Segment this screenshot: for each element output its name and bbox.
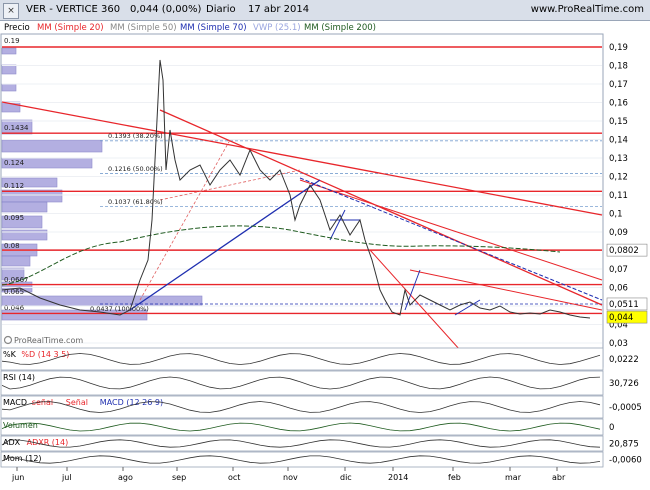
- y-axis-label: 0,06: [609, 284, 628, 294]
- x-axis-label: oct: [228, 473, 240, 482]
- legend-mm200: MM (Simple 200): [304, 23, 376, 33]
- profile-label: 0.1434: [4, 124, 29, 132]
- profile-label: 0.19: [4, 37, 20, 45]
- x-axis-label: mar: [505, 473, 522, 482]
- fib-label: 0.1037 (61.80%): [108, 198, 163, 206]
- price-tag-text: 0,0511: [609, 300, 639, 310]
- x-axis-label: 2014: [388, 473, 408, 482]
- close-icon[interactable]: ×: [3, 3, 19, 19]
- x-axis-label: nov: [283, 473, 298, 482]
- y-axis-label: 0,12: [609, 173, 628, 183]
- stochastic-panel-label: %K: [3, 350, 17, 359]
- period: Diario: [206, 4, 236, 15]
- legend-mm50: MM (Simple 50): [110, 23, 177, 33]
- profile-label: 0.112: [4, 182, 24, 190]
- last-value: 0,044 (0,00%): [130, 4, 202, 15]
- y-axis-label: 0,16: [609, 99, 628, 109]
- profile-bar: [1, 47, 17, 55]
- watermark-text: ProRealTime.com: [14, 336, 83, 345]
- y-axis-label: 0,14: [609, 136, 628, 146]
- x-axis-label: abr: [552, 473, 566, 482]
- y-axis-label: 0,18: [609, 62, 628, 72]
- y-axis-label: 0,17: [609, 80, 628, 90]
- fib-label: 0.1216 (50.00%): [108, 165, 163, 173]
- rsi-panel-label: RSI (14): [3, 373, 35, 382]
- y-axis-label: 0,11: [609, 191, 628, 201]
- legend-mm70: MM (Simple 70): [180, 23, 247, 33]
- momentum-panel-value: -0,0060: [609, 456, 642, 466]
- title-bar: × VER - VERTICE 360 0,044 (0,00%) Diario…: [0, 0, 650, 21]
- indicator-panels: %K %D (14 3 5)0,0222RSI (14)30,726MACD señ…: [0, 347, 647, 468]
- profile-label: 0.124: [4, 159, 25, 167]
- y-axis-label: 0,19: [609, 43, 628, 53]
- profile-bar: [1, 83, 17, 92]
- price-tag-text: 0,0802: [609, 246, 639, 256]
- volume-panel-value: 0: [609, 423, 614, 433]
- profile-label: 0.0667: [4, 276, 29, 284]
- profile-bar: [1, 139, 103, 153]
- x-axis-label: ago: [118, 473, 133, 482]
- rsi-panel-value: 30,726: [609, 379, 639, 389]
- adx-panel-value: 20,875: [609, 440, 639, 450]
- profile-label: 0.095: [4, 214, 24, 222]
- momentum-panel-label: Mom (12): [3, 454, 42, 463]
- macd-panel: [0, 395, 604, 419]
- chart-canvas[interactable]: Precio MM (Simple 20) MM (Simple 50) MM …: [0, 20, 650, 490]
- chart-window: × VER - VERTICE 360 0,044 (0,00%) Diario…: [0, 0, 650, 490]
- legend-vwp: VWP (25.1): [253, 23, 301, 33]
- watermark: ProRealTime.com: [3, 335, 83, 345]
- legend-mm20: MM (Simple 20): [37, 23, 104, 33]
- stochastic-panel-label2: %D (14 3 5): [21, 350, 69, 359]
- volume-panel: [0, 418, 604, 436]
- rsi-panel: [0, 370, 604, 396]
- y-axis-label: 0,09: [609, 228, 628, 238]
- price-tag-text: 0,044: [609, 313, 633, 323]
- x-axis: jun jul ago sep oct nov dic 2014 feb mar abr: [11, 467, 566, 482]
- x-axis-label: jun: [11, 473, 24, 482]
- fib-label: 0.0437 (100.00%): [90, 305, 149, 313]
- profile-bar: [1, 64, 17, 75]
- x-axis-label: feb: [448, 473, 461, 482]
- legend-price: Precio: [4, 23, 30, 33]
- profile-bar: [1, 255, 31, 267]
- y-axis-label: 0,07: [609, 265, 628, 275]
- macd-panel-value: -0,0005: [609, 403, 642, 413]
- volume-panel-label: Volumen: [3, 421, 38, 430]
- y-axis-label: 0,13: [609, 154, 628, 164]
- x-axis-label: dic: [340, 473, 352, 482]
- x-axis-label: jul: [61, 473, 72, 482]
- stochastic-panel: [0, 347, 604, 371]
- y-axis-label: 0,03: [609, 339, 628, 349]
- y-axis-label: 0,15: [609, 117, 628, 127]
- fib-label: 0.1393 (38.20%): [108, 132, 163, 140]
- momentum-panel: [0, 451, 604, 468]
- date: 17 abr 2014: [248, 4, 310, 15]
- profile-label: 0.08: [4, 242, 20, 250]
- stochastic-panel-value: 0,0222: [609, 355, 639, 365]
- profile-bar: [1, 201, 48, 213]
- profile-label: 0.046: [4, 304, 25, 312]
- x-axis-label: sep: [172, 473, 186, 482]
- y-axis-label: 0,1: [609, 210, 623, 220]
- instrument-title: VER - VERTICE 360: [26, 4, 121, 15]
- brand-link[interactable]: www.ProRealTime.com: [531, 4, 644, 15]
